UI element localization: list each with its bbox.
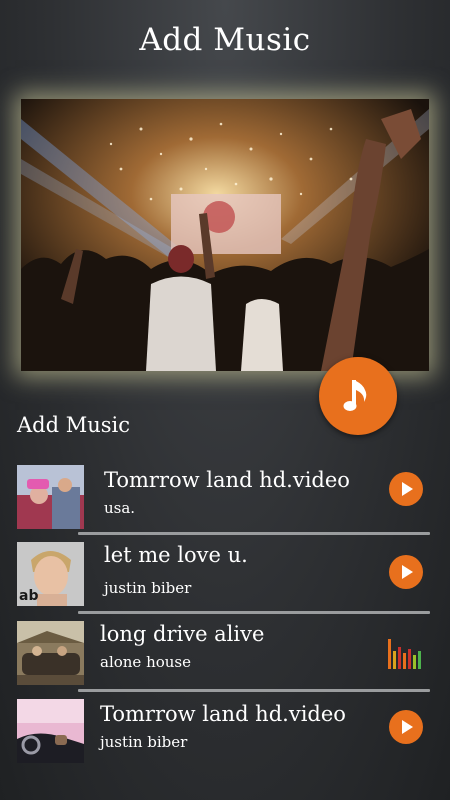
play-button[interactable] bbox=[389, 472, 423, 506]
list-item[interactable]: Tomrrow land hd.video justin biber bbox=[0, 690, 450, 768]
play-icon bbox=[402, 482, 413, 496]
track-title: let me love u. bbox=[104, 543, 248, 567]
track-thumbnail bbox=[17, 465, 84, 529]
play-icon bbox=[402, 720, 413, 734]
track-title: Tomrrow land hd.video bbox=[100, 702, 346, 726]
list-item[interactable]: long drive alive alone house bbox=[0, 612, 450, 692]
music-note-icon bbox=[343, 380, 367, 411]
list-item[interactable]: Tomrrow land hd.video usa. bbox=[0, 455, 450, 535]
play-button[interactable] bbox=[389, 555, 423, 589]
track-title: Tomrrow land hd.video bbox=[104, 468, 350, 492]
play-button[interactable] bbox=[389, 710, 423, 744]
track-title: long drive alive bbox=[100, 622, 265, 646]
track-subtitle: usa. bbox=[104, 499, 136, 517]
section-title: Add Music bbox=[17, 413, 131, 437]
list-item[interactable]: ab let me love u. justin biber bbox=[0, 533, 450, 614]
add-music-fab[interactable] bbox=[319, 357, 397, 435]
track-subtitle: justin biber bbox=[100, 733, 188, 751]
svg-text:ab: ab bbox=[19, 588, 38, 604]
track-thumbnail bbox=[17, 621, 84, 685]
track-subtitle: alone house bbox=[100, 653, 192, 671]
track-thumbnail: ab bbox=[17, 542, 84, 606]
track-subtitle: justin biber bbox=[104, 579, 192, 597]
hero-image bbox=[21, 99, 429, 371]
equalizer-icon[interactable] bbox=[388, 639, 422, 669]
page-title: Add Music bbox=[139, 22, 311, 58]
track-thumbnail bbox=[17, 699, 84, 763]
play-icon bbox=[402, 565, 413, 579]
